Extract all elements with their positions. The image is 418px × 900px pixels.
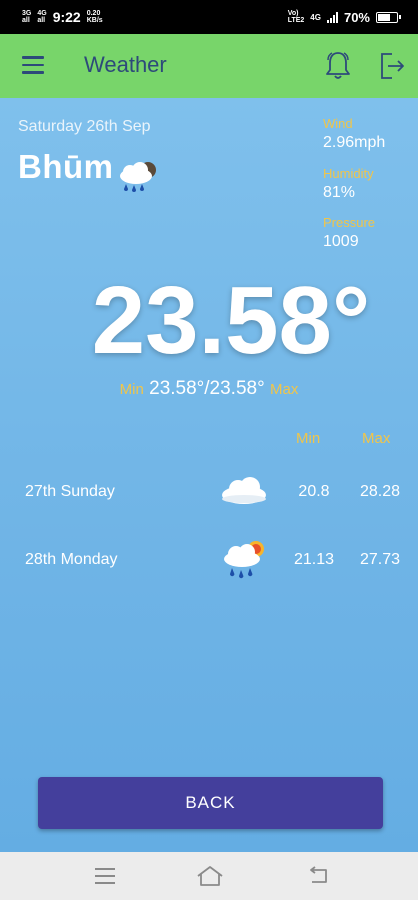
humidity-value: 81% [323, 184, 356, 201]
forecast-row: 28th Monday 21.13 27.73 [0, 535, 418, 585]
home-icon[interactable] [196, 865, 224, 887]
pressure-stat: Pressure 1009 [323, 215, 375, 251]
network3-label: 4G [310, 12, 321, 22]
system-nav-bar [0, 852, 418, 900]
network-sub-label: all [22, 17, 30, 24]
min-label: Min [119, 381, 144, 398]
forecast-min: 21.13 [293, 551, 335, 568]
back-button[interactable]: BACK [38, 777, 383, 829]
battery-icon [376, 11, 401, 23]
forecast-max-header: Max [362, 430, 391, 447]
current-temperature: 23.58° [91, 267, 371, 374]
forecast-max: 28.28 [359, 483, 401, 500]
sun-rain-cloud-icon [224, 541, 264, 579]
min-max-value: 23.58°/23.58° [149, 378, 265, 399]
cloud-icon [222, 477, 266, 504]
battery-fill [378, 13, 390, 21]
speed-value: 0.20 [86, 10, 101, 17]
wind-stat: Wind 2.96mph [323, 116, 385, 152]
back-nav-icon[interactable] [306, 866, 330, 886]
status-right: Vo) LTE2 4G 70% [288, 0, 401, 34]
volte-top-label: Vo) [287, 10, 299, 17]
status-bar: 3G all 4G all 9:22 0.20 KB/s Vo) LTE2 4G… [0, 0, 418, 34]
volte-indicator: Vo) LTE2 [288, 10, 305, 24]
forecast-min-header: Min [296, 430, 321, 447]
logout-icon[interactable] [378, 51, 406, 81]
recent-apps-icon[interactable] [95, 868, 115, 884]
battery-percent: 70% [343, 9, 370, 25]
network2-type-label: 4G [37, 10, 47, 17]
hamburger-menu-icon[interactable] [22, 56, 44, 74]
app-bar: Weather [0, 34, 418, 98]
wind-label: Wind [323, 116, 353, 131]
forecast-max: 27.73 [359, 551, 401, 568]
max-label: Max [269, 381, 299, 398]
network2-sub-label: all [37, 17, 46, 24]
network-speed: 0.20 KB/s [87, 10, 103, 24]
humidity-stat: Humidity 81% [323, 166, 374, 202]
humidity-label: Humidity [323, 166, 374, 181]
network-type-label: 3G [22, 10, 32, 17]
network-indicator-2: 4G all [37, 10, 46, 24]
city-name: Bhūm [18, 148, 114, 185]
rain-cloud-icon [120, 162, 156, 192]
current-date: Saturday 26th Sep [18, 118, 151, 135]
forecast-day: 28th Monday [25, 551, 118, 568]
weather-main: Saturday 26th Sep Bhūm Wind 2.96mph Humi… [0, 98, 418, 852]
app-title: Weather [84, 52, 167, 77]
signal-icon [326, 11, 338, 23]
notification-bell-icon[interactable] [324, 50, 352, 82]
speed-unit: KB/s [86, 17, 103, 24]
wind-value: 2.96mph [323, 134, 386, 151]
status-time: 9:22 [52, 9, 81, 25]
volte-bottom-label: LTE2 [287, 17, 305, 24]
forecast-row: 27th Sunday 20.8 28.28 [0, 467, 418, 517]
status-left: 3G all 4G all 9:22 0.20 KB/s [22, 0, 103, 34]
pressure-label: Pressure [323, 215, 376, 230]
forecast-day: 27th Sunday [25, 483, 115, 500]
min-max-row: Min 23.58°/23.58° Max [0, 378, 418, 400]
network-indicator-1: 3G all [22, 10, 31, 24]
pressure-value: 1009 [323, 233, 359, 250]
forecast-min: 20.8 [298, 483, 330, 500]
